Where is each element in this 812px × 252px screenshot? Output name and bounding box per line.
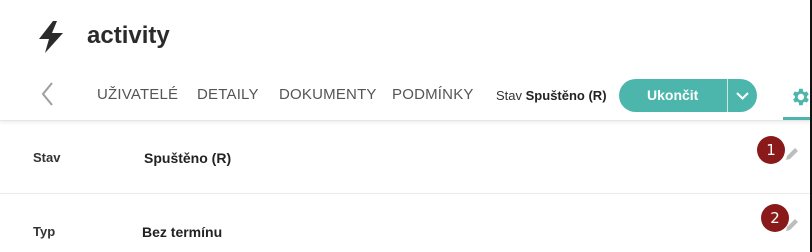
state-indicator: Stav Spuštěno (R) — [496, 87, 607, 105]
detail-value: Bez termínu — [142, 224, 223, 240]
lightning-bolt-icon — [39, 21, 63, 53]
detail-row-typ: Typ Bez termínu 2 — [0, 195, 810, 252]
detail-label: Stav — [33, 150, 61, 165]
gear-icon[interactable] — [789, 86, 811, 108]
tab-uzivatele[interactable]: UŽIVATELÉ — [97, 85, 178, 105]
state-label: Stav — [496, 88, 523, 103]
state-value: Spuštěno (R) — [525, 88, 607, 103]
page-title: activity — [87, 22, 170, 49]
chevron-down-icon[interactable] — [728, 79, 757, 112]
chevron-left-icon[interactable] — [38, 80, 58, 108]
tab-podminky[interactable]: PODMÍNKY — [392, 85, 474, 105]
detail-value: Spuštěno (R) — [144, 150, 232, 166]
tab-detaily[interactable]: DETAILY — [197, 85, 259, 105]
callout-badge: 1 — [757, 136, 785, 164]
detail-row-stav: Stav Spuštěno (R) 1 — [0, 122, 810, 194]
pencil-icon[interactable] — [784, 217, 800, 233]
app-header: activity UŽIVATELÉ DETAILY DOKUMENTY POD… — [0, 0, 812, 121]
pencil-icon[interactable] — [784, 146, 800, 162]
active-tab-indicator — [783, 117, 812, 120]
finish-split-button: Ukončit — [619, 79, 757, 112]
finish-button[interactable]: Ukončit — [619, 79, 727, 112]
detail-label: Typ — [33, 224, 56, 239]
tab-dokumenty[interactable]: DOKUMENTY — [279, 85, 377, 105]
